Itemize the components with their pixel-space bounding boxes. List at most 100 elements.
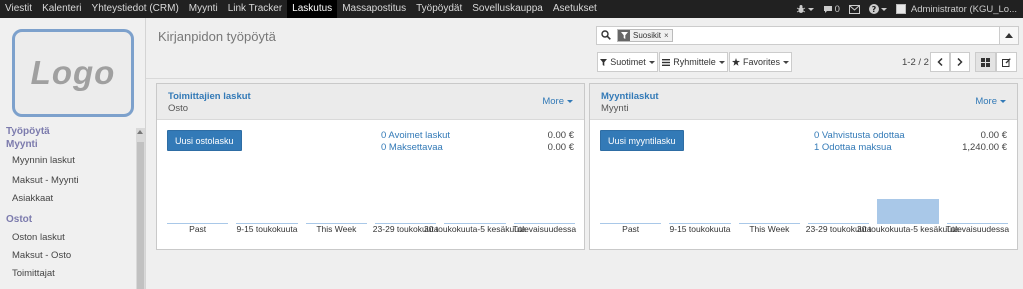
card-title[interactable]: Myyntilaskut <box>601 91 659 102</box>
filter-icon <box>600 58 608 66</box>
menu-massapostitus[interactable]: Massapostitus <box>337 0 411 18</box>
menu-sovelluskauppa[interactable]: Sovelluskauppa <box>467 0 548 18</box>
sidebar: Logo Työpöytä Myynti Myynnin laskut Maks… <box>0 18 146 289</box>
form-view-button[interactable] <box>996 52 1017 72</box>
journal-card-purchases: Toimittajien laskut Osto More Uusi ostol… <box>156 83 585 250</box>
question-icon: ? <box>868 4 879 14</box>
more-label: More <box>542 96 564 107</box>
graph-label: This Week <box>749 224 790 234</box>
menu-viestit[interactable]: Viestit <box>0 0 37 18</box>
graph-bar[interactable] <box>877 199 939 223</box>
card-subtitle: Osto <box>168 103 189 114</box>
top-navbar: Viestit Kalenteri Yhteystiedot (CRM) Myy… <box>0 0 1023 18</box>
card-header: Myyntilaskut Myynti More <box>590 84 1017 120</box>
stat-to-pay[interactable]: 0 Maksettavaa <box>381 142 443 153</box>
favorites-label: Favorites <box>742 57 780 67</box>
menu-link-tracker[interactable]: Link Tracker <box>223 0 287 18</box>
graph-label: 9-15 toukokuuta <box>669 224 731 234</box>
sidebar-item-myynnin-laskut[interactable]: Myynnin laskut <box>12 155 75 166</box>
pager-previous-button[interactable] <box>930 52 950 72</box>
new-bill-button[interactable]: Uusi ostolasku <box>167 130 242 151</box>
journal-card-sales: Myyntilaskut Myynti More Uusi myyntilask… <box>589 83 1018 250</box>
scroll-up-icon[interactable] <box>137 130 143 134</box>
menu-asetukset[interactable]: Asetukset <box>548 0 602 18</box>
stat-to-pay-value: 0.00 € <box>547 142 574 153</box>
search-options-toggle[interactable] <box>999 26 1019 45</box>
facet-remove-icon[interactable]: × <box>664 30 672 41</box>
groupby-label: Ryhmittele <box>673 57 716 67</box>
menu-tyopoydat[interactable]: Työpöydät <box>411 0 467 18</box>
menu-crm[interactable]: Yhteystiedot (CRM) <box>87 0 184 18</box>
search-input[interactable]: Suosikit × <box>596 26 1002 45</box>
list-icon <box>662 58 671 66</box>
filters-label: Suotimet <box>610 57 646 67</box>
edit-icon <box>1002 57 1011 67</box>
chevron-left-icon <box>937 58 943 66</box>
sidebar-item-maksut-osto[interactable]: Maksut - Osto <box>12 250 71 261</box>
user-menu[interactable]: Administrator (KGU_Lo... <box>895 3 1017 15</box>
stat-awaiting-payment[interactable]: 1 Odottaa maksua <box>814 142 892 153</box>
main-content: Kirjanpidon työpöytä Suosikit × Suotimet… <box>146 18 1023 289</box>
card-title[interactable]: Toimittajien laskut <box>168 91 251 102</box>
pager-value: 1-2 / 2 <box>902 57 929 68</box>
journal-graph: Past 9-15 toukokuuta This Week 23-29 toukok… <box>596 192 1012 248</box>
menu-laskutus[interactable]: Laskutus <box>287 0 338 18</box>
graph-label: 30 toukokuuta-5 kesäkuuta <box>423 224 527 234</box>
graph-label: Tulevaisuudessa <box>512 224 577 234</box>
company-logo[interactable]: Logo <box>12 29 134 117</box>
chat-count: 0 <box>834 3 840 15</box>
stat-awaiting-validation[interactable]: 0 Vahvistusta odottaa <box>814 130 905 141</box>
graph-label: Past <box>622 224 640 234</box>
filter-icon <box>618 30 630 41</box>
graph-label: 30 toukokuuta-5 kesäkuuta <box>856 224 960 234</box>
card-subtitle: Myynti <box>601 103 629 114</box>
menu-kalenteri[interactable]: Kalenteri <box>37 0 86 18</box>
pager-next-button[interactable] <box>950 52 970 72</box>
scrollbar-thumb[interactable] <box>137 142 144 289</box>
sidebar-item-maksut-myynti[interactable]: Maksut - Myynti <box>12 175 79 186</box>
sidebar-section-tyopoyta[interactable]: Työpöytä <box>6 126 50 137</box>
kanban-view-button[interactable] <box>975 52 996 72</box>
favorites-button[interactable]: Favorites <box>729 52 792 72</box>
top-menu: Viestit Kalenteri Yhteystiedot (CRM) Myy… <box>0 0 602 18</box>
stat-open-bills-value: 0.00 € <box>547 130 574 141</box>
graph-label: 9-15 toukokuuta <box>236 224 298 234</box>
chevron-down-icon <box>1000 100 1006 103</box>
search-facet: Suosikit × <box>617 29 673 42</box>
stat-awaiting-validation-value: 0.00 € <box>980 130 1007 141</box>
new-invoice-button[interactable]: Uusi myyntilasku <box>600 130 684 151</box>
stat-open-bills[interactable]: 0 Avoimet laskut <box>381 130 450 141</box>
stat-awaiting-payment-value: 1,240.00 € <box>962 142 1007 153</box>
sidebar-item-asiakkaat[interactable]: Asiakkaat <box>12 193 53 204</box>
card-more-dropdown[interactable]: More <box>542 96 573 107</box>
groupby-button[interactable]: Ryhmittele <box>659 52 728 72</box>
journal-graph: Past 9-15 toukokuuta This Week 23-29 toukok… <box>163 192 579 248</box>
card-header: Toimittajien laskut Osto More <box>157 84 584 120</box>
graph-label: Past <box>189 224 207 234</box>
filters-button[interactable]: Suotimet <box>597 52 658 72</box>
chat-icon <box>823 5 832 13</box>
help-menu[interactable]: ? <box>868 4 887 14</box>
menu-myynti[interactable]: Myynti <box>184 0 223 18</box>
control-panel-divider <box>146 78 1023 79</box>
caret-up-icon <box>1005 33 1013 38</box>
svg-text:?: ? <box>872 5 877 14</box>
search-icon <box>601 30 611 40</box>
graph-label: This Week <box>316 224 357 234</box>
systray: 0 ? Administrator (KGU_Lo... <box>796 0 1017 18</box>
more-label: More <box>975 96 997 107</box>
avatar <box>895 4 906 14</box>
star-icon <box>731 58 740 66</box>
card-more-dropdown[interactable]: More <box>975 96 1006 107</box>
sidebar-section-ostot: Ostot <box>6 214 33 225</box>
sidebar-item-oston-laskut[interactable]: Oston laskut <box>12 232 65 243</box>
page-title: Kirjanpidon työpöytä <box>158 29 276 44</box>
bug-icon[interactable] <box>796 4 814 14</box>
mail-icon[interactable] <box>848 4 860 14</box>
facet-label: Suosikit <box>633 31 662 40</box>
sidebar-scrollbar[interactable] <box>136 128 145 289</box>
chat-notification[interactable]: 0 <box>823 4 840 15</box>
user-name: Administrator (KGU_Lo... <box>910 3 1017 15</box>
grid-icon <box>981 57 990 67</box>
sidebar-item-toimittajat[interactable]: Toimittajat <box>12 268 55 279</box>
